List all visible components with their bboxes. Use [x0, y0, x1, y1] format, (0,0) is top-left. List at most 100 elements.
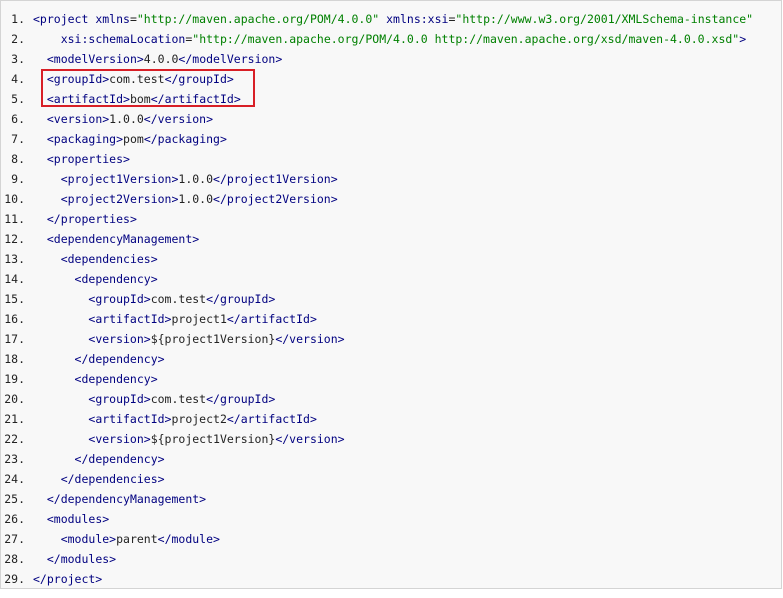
- code-token: </groupId>: [206, 392, 276, 406]
- code-token: <project1Version>: [60, 172, 179, 186]
- code-content: xsi:schemaLocation="http://maven.apache.…: [33, 29, 746, 49]
- code-content: </project>: [33, 569, 102, 589]
- code-token: <artifactId>: [88, 412, 172, 426]
- code-content: </dependency>: [33, 349, 165, 369]
- code-token: com.test: [150, 392, 207, 406]
- code-content: <packaging>pom</packaging>: [33, 129, 227, 149]
- code-content: </modules>: [33, 549, 116, 569]
- line-number: 11.: [4, 212, 25, 226]
- code-content: <dependency>: [33, 269, 158, 289]
- code-token: </version>: [275, 332, 345, 346]
- code-token: project1: [171, 312, 227, 326]
- line-number: 2.: [11, 32, 25, 46]
- code-content: </dependencyManagement>: [33, 489, 206, 509]
- code-token: </artifactId>: [150, 92, 241, 106]
- code-content: </properties>: [33, 209, 137, 229]
- code-content: <properties>: [33, 149, 130, 169]
- code-token: com.test: [109, 72, 165, 86]
- code-token: com.test: [150, 292, 207, 306]
- code-token: <properties>: [46, 152, 130, 166]
- code-token: </packaging>: [143, 132, 227, 146]
- line-number: 22.: [4, 432, 25, 446]
- code-token: 1.0.0: [109, 112, 144, 126]
- code-content: <dependencies>: [33, 249, 158, 269]
- code-token: <modelVersion>: [46, 52, 144, 66]
- code-token: <dependencyManagement>: [46, 232, 200, 246]
- code-token: </version>: [143, 112, 214, 126]
- line-number: 17.: [4, 332, 25, 346]
- code-content: <groupId>com.test</groupId>: [33, 389, 275, 409]
- line-number: 28.: [4, 552, 25, 566]
- line-number: 7.: [11, 132, 25, 146]
- code-token: "http://maven.apache.org/POM/4.0.0": [136, 12, 380, 26]
- code-token: "http://www.w3.org/2001/XMLSchema-instan…: [455, 12, 754, 26]
- line-number: 26.: [4, 512, 25, 526]
- code-token: </groupId>: [164, 72, 234, 86]
- code-content: <version>${project1Version}</version>: [33, 429, 344, 449]
- code-token: </project>: [33, 572, 103, 586]
- code-token: =: [129, 12, 137, 26]
- code-token: <dependency>: [74, 272, 158, 286]
- code-token: </dependencies>: [60, 472, 165, 486]
- code-content: <version>1.0.0</version>: [33, 109, 213, 129]
- line-number: 16.: [4, 312, 25, 326]
- line-number: 3.: [11, 52, 25, 66]
- code-token: <groupId>: [88, 292, 151, 306]
- code-content: <groupId>com.test</groupId>: [33, 289, 275, 309]
- code-token: </modelVersion>: [178, 52, 283, 66]
- code-token: <dependencies>: [60, 252, 158, 266]
- code-block: 1. <project xmlns="http://maven.apache.or…: [0, 0, 782, 589]
- code-token: </project1Version>: [213, 172, 338, 186]
- line-number: 19.: [4, 372, 25, 386]
- code-token: </dependency>: [74, 352, 165, 366]
- code-token: </properties>: [46, 212, 137, 226]
- code-token: project2: [171, 412, 227, 426]
- line-number: 23.: [4, 452, 25, 466]
- code-token: <artifactId>: [88, 312, 172, 326]
- code-token: <project: [33, 12, 89, 26]
- code-token: <version>: [46, 112, 110, 126]
- code-content: <project2Version>1.0.0</project2Version>: [33, 189, 338, 209]
- code-token: <version>: [88, 332, 151, 346]
- line-number: 27.: [4, 532, 25, 546]
- line-number: 15.: [4, 292, 25, 306]
- line-number: 5.: [11, 92, 25, 106]
- code-token: </modules>: [46, 552, 117, 566]
- code-token: "http://maven.apache.org/POM/4.0.0 http:…: [192, 32, 740, 46]
- code-token: ${project1Version}: [150, 332, 276, 346]
- code-content: <version>${project1Version}</version>: [33, 329, 345, 349]
- code-token: 1.0.0: [178, 172, 214, 186]
- code-content: <project1Version>1.0.0</project1Version>: [33, 169, 338, 189]
- code-content: <artifactId>project1</artifactId>: [33, 309, 317, 329]
- code-content: <artifactId>bom</artifactId>: [33, 89, 241, 109]
- code-token: 4.0.0: [143, 52, 179, 66]
- line-number: 10.: [4, 192, 25, 206]
- code-token: parent: [116, 532, 158, 546]
- code-token: 1.0.0: [178, 192, 214, 206]
- code-token: <dependency>: [74, 372, 158, 386]
- line-number: 9.: [11, 172, 25, 186]
- code-token: bom: [129, 92, 151, 106]
- line-number: 4.: [11, 72, 25, 86]
- code-token: </dependency>: [74, 452, 165, 466]
